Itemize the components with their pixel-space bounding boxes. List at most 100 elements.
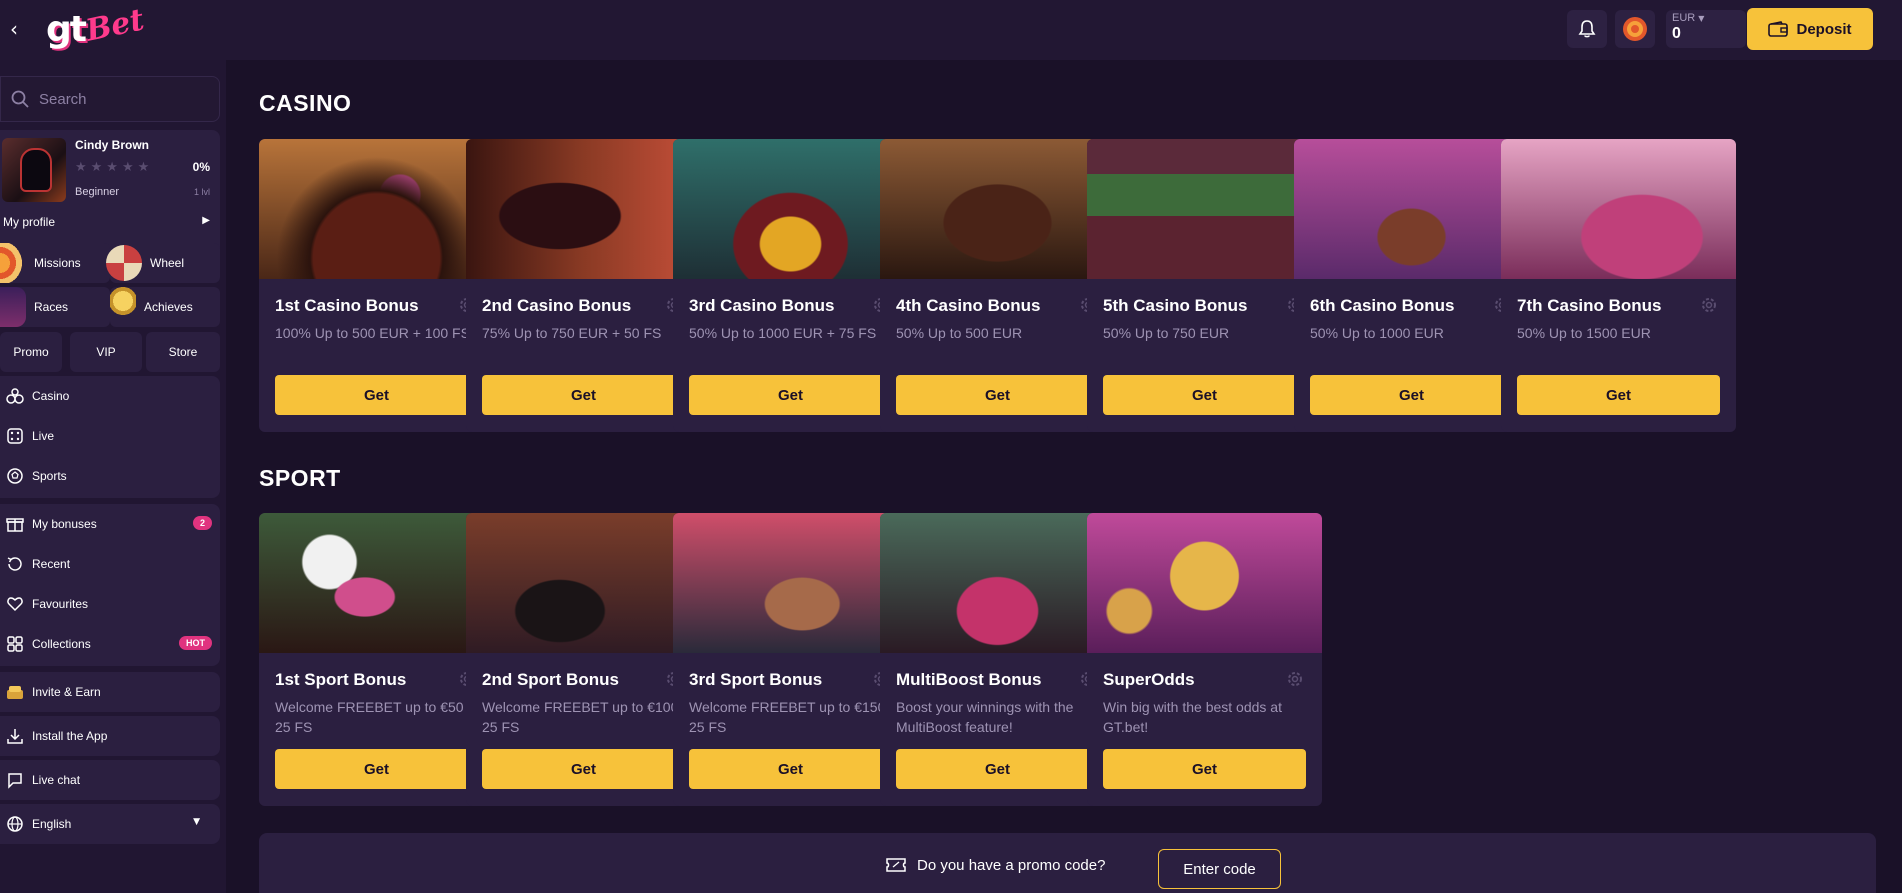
races-tile[interactable]: Races — [0, 287, 110, 327]
casino-bonus-card[interactable]: 6th Casino Bonus 50% Up to 1000 EUR Get — [1294, 139, 1529, 432]
level-stars: ★★★★★ — [75, 160, 154, 175]
nav-my-bonuses-label: My bonuses — [32, 517, 97, 531]
get-bonus-button[interactable]: Get — [1103, 749, 1306, 789]
nav-casino[interactable]: Casino — [0, 376, 220, 416]
wheel-icon — [106, 245, 142, 281]
nav-live-chat[interactable]: Live chat — [0, 760, 220, 800]
races-label: Races — [34, 300, 69, 314]
nav-favourites-label: Favourites — [32, 597, 89, 611]
bonus-description: 50% Up to 750 EUR — [1103, 325, 1230, 341]
missions-tile[interactable]: Missions — [0, 243, 110, 283]
currency-label: EUR ▼ — [1672, 12, 1705, 24]
casino-bonus-card[interactable]: 2nd Casino Bonus 75% Up to 750 EUR + 50 F… — [466, 139, 701, 432]
sport-bonus-image — [1087, 513, 1322, 653]
casino-bonus-card[interactable]: 3rd Casino Bonus 50% Up to 1000 EUR + 75 … — [673, 139, 908, 432]
nav-sports-label: Sports — [32, 469, 67, 483]
nav-my-bonuses[interactable]: My bonuses 2 — [0, 504, 220, 544]
nav-invite-earn[interactable]: Invite & Earn — [0, 672, 220, 712]
nav-collections[interactable]: Collections HOT — [0, 624, 220, 664]
casino-bonus-card[interactable]: 5th Casino Bonus 50% Up to 750 EUR Get — [1087, 139, 1322, 432]
sport-bonus-image — [673, 513, 908, 653]
scrollbar-track[interactable] — [1885, 60, 1902, 893]
my-profile-link[interactable]: My profile — [3, 215, 55, 229]
search-input[interactable]: Search — [39, 91, 87, 108]
rewards-button[interactable] — [1615, 10, 1655, 48]
get-bonus-button[interactable]: Get — [1517, 375, 1720, 415]
nav-recent[interactable]: Recent — [0, 544, 220, 584]
sport-bonus-card[interactable]: SuperOdds Win big with the best odds at G… — [1087, 513, 1322, 806]
balance-selector[interactable]: EUR ▼ 0 — [1666, 10, 1746, 48]
nav-install-app[interactable]: Install the App — [0, 716, 220, 756]
sport-bonus-image — [880, 513, 1115, 653]
bonus-title: 3rd Casino Bonus — [689, 296, 835, 315]
get-bonus-button[interactable]: Get — [689, 749, 892, 789]
get-bonus-button[interactable]: Get — [896, 375, 1099, 415]
get-bonus-button[interactable]: Get — [1310, 375, 1513, 415]
nav-personal: My bonuses 2 Recent Favourites Collectio… — [0, 504, 220, 666]
language-block: English ▼ — [0, 804, 220, 844]
bonus-description: 50% Up to 500 EUR — [896, 325, 1023, 341]
logo[interactable]: gt Bet — [46, 2, 147, 52]
nav-favourites[interactable]: Favourites — [0, 584, 220, 624]
promo-button[interactable]: Promo — [0, 332, 62, 372]
notifications-button[interactable] — [1567, 10, 1607, 48]
sport-bonus-card[interactable]: 1st Sport Bonus Welcome FREEBET up to €50… — [259, 513, 494, 806]
sport-bonus-card[interactable]: 2nd Sport Bonus Welcome FREEBET up to €10… — [466, 513, 701, 806]
nav-recent-label: Recent — [32, 557, 71, 571]
bonus-title: 5th Casino Bonus — [1103, 296, 1248, 315]
info-gear-icon[interactable] — [1700, 296, 1718, 314]
store-button[interactable]: Store — [146, 332, 220, 372]
achieves-tile[interactable]: Achieves — [110, 287, 220, 327]
level-name: Beginner — [75, 186, 120, 198]
search-icon — [11, 90, 29, 108]
collapse-sidebar-button[interactable]: ‹ — [4, 18, 24, 40]
level-number: 1 lvl — [193, 187, 210, 197]
deposit-label: Deposit — [1796, 20, 1852, 38]
casino-bonus-image — [1294, 139, 1529, 279]
bonus-description: Welcome FREEBET up to €150 + 25 FS — [689, 699, 898, 735]
bonus-description: 50% Up to 1500 EUR — [1517, 325, 1651, 341]
deposit-button[interactable]: Deposit — [1747, 8, 1873, 50]
get-bonus-button[interactable]: Get — [482, 749, 685, 789]
casino-bonus-card[interactable]: 1st Casino Bonus 100% Up to 500 EUR + 100… — [259, 139, 494, 432]
install-block: Install the App — [0, 716, 220, 756]
sport-bonus-card[interactable]: 3rd Sport Bonus Welcome FREEBET up to €15… — [673, 513, 908, 806]
bonus-title: 2nd Sport Bonus — [482, 670, 619, 689]
bonus-description: 100% Up to 500 EUR + 100 FS — [275, 325, 470, 341]
sport-bonus-image — [259, 513, 494, 653]
info-gear-icon[interactable] — [1286, 670, 1304, 688]
get-bonus-button[interactable]: Get — [482, 375, 685, 415]
casino-bonus-image — [673, 139, 908, 279]
casino-bonus-card[interactable]: 7th Casino Bonus 50% Up to 1500 EUR Get — [1501, 139, 1736, 432]
language-selector[interactable]: English ▼ — [0, 804, 220, 844]
nav-collections-label: Collections — [32, 637, 91, 651]
bonus-title: MultiBoost Bonus — [896, 670, 1042, 689]
promo-question: Do you have a promo code? — [885, 856, 1105, 874]
avatar[interactable] — [2, 138, 66, 202]
level-progress: 0% — [192, 160, 210, 174]
wheel-label: Wheel — [150, 256, 185, 270]
sport-bonus-card[interactable]: MultiBoost Bonus Boost your winnings with… — [880, 513, 1115, 806]
search-box[interactable]: Search — [0, 76, 220, 122]
bonus-title: 7th Casino Bonus — [1517, 296, 1662, 315]
gift-icon — [6, 515, 24, 533]
bonus-description: Welcome FREEBET up to €50 + 25 FS — [275, 699, 476, 735]
get-bonus-button[interactable]: Get — [689, 375, 892, 415]
vip-button[interactable]: VIP — [70, 332, 142, 372]
bonus-count-badge: 2 — [192, 516, 212, 530]
achieves-icon — [110, 287, 136, 327]
bonus-title: 2nd Casino Bonus — [482, 296, 632, 315]
enter-code-button[interactable]: Enter code — [1158, 849, 1281, 889]
ball-icon — [6, 467, 24, 485]
get-bonus-button[interactable]: Get — [275, 375, 478, 415]
get-bonus-button[interactable]: Get — [896, 749, 1099, 789]
nav-install-label: Install the App — [32, 729, 108, 743]
casino-bonus-card[interactable]: 4th Casino Bonus 50% Up to 500 EUR Get — [880, 139, 1115, 432]
wheel-tile[interactable]: Wheel — [106, 243, 220, 283]
get-bonus-button[interactable]: Get — [1103, 375, 1306, 415]
nav-live[interactable]: Live — [0, 416, 220, 456]
hot-badge: HOT — [179, 636, 212, 650]
logo-gt: gt — [46, 9, 87, 50]
get-bonus-button[interactable]: Get — [275, 749, 478, 789]
nav-sports[interactable]: Sports — [0, 456, 220, 496]
